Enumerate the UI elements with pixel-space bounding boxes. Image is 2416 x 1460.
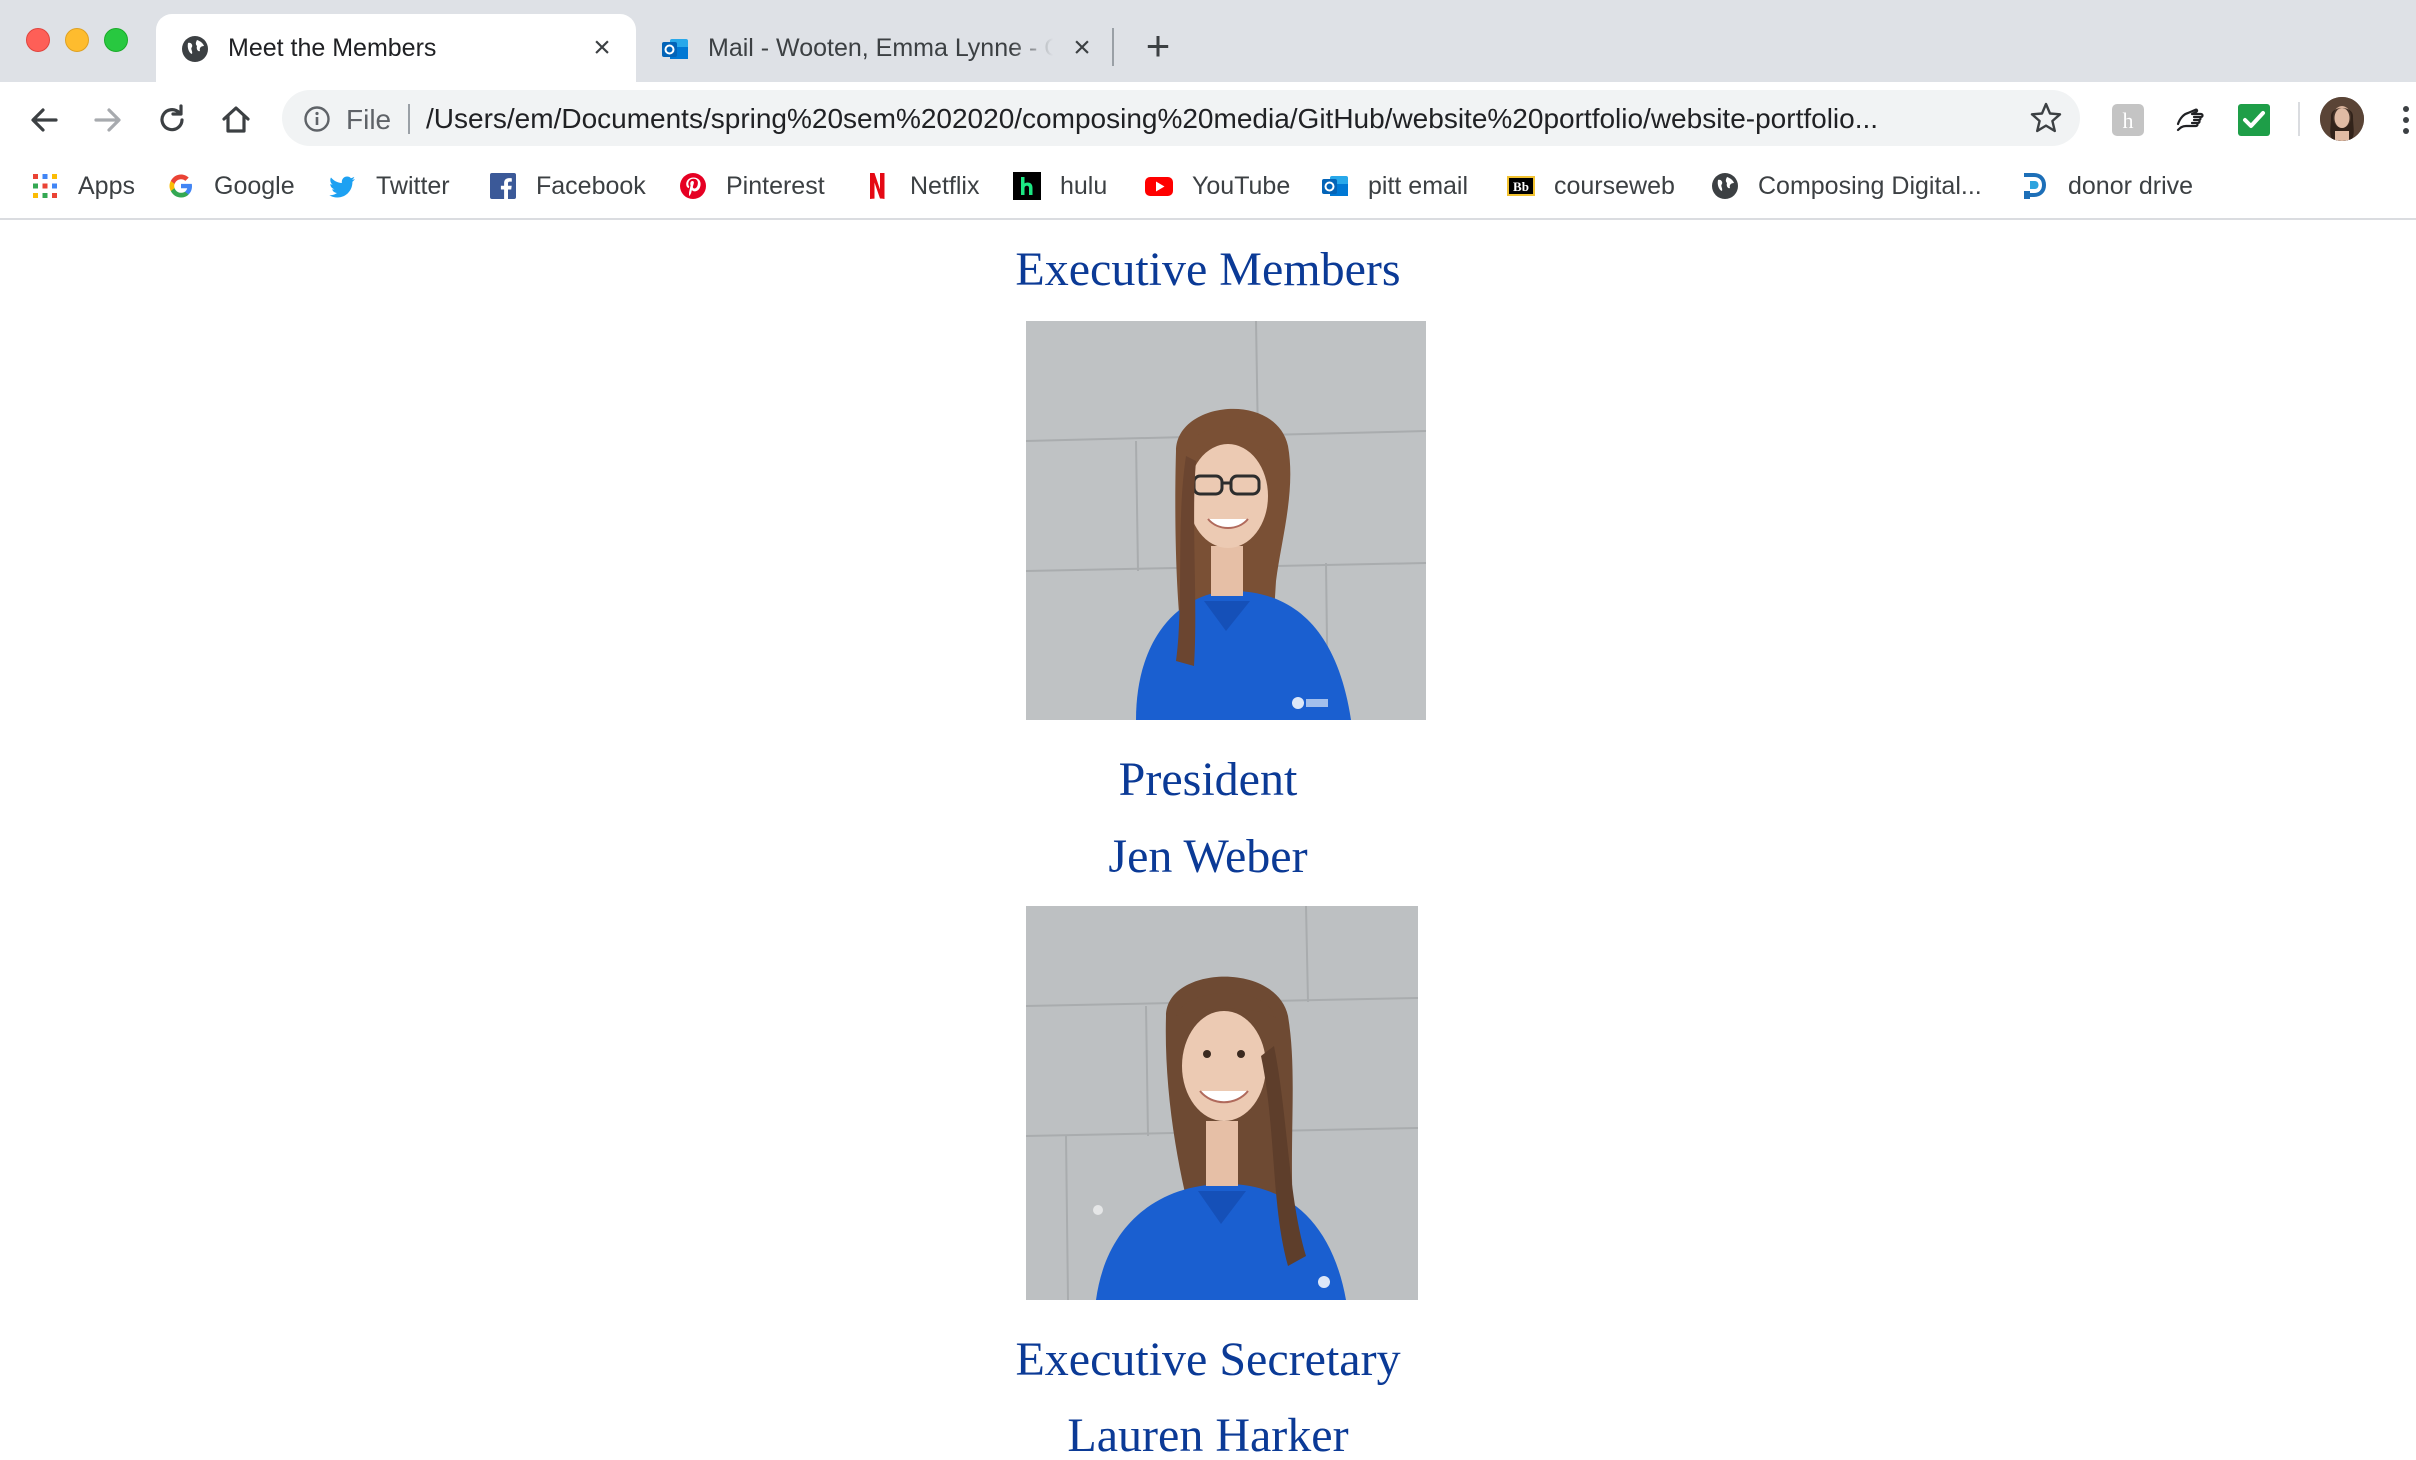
svg-text:Bb: Bb bbox=[1513, 179, 1529, 194]
bookmark-label: Composing Digital... bbox=[1758, 171, 1982, 200]
info-icon[interactable] bbox=[302, 104, 332, 134]
reload-icon[interactable] bbox=[152, 100, 192, 140]
tab-title: Mail - Wooten, Emma Lynne - Outlook bbox=[708, 34, 1053, 62]
member-name: Lauren Harker bbox=[1067, 1409, 1349, 1460]
bookmark-label: Pinterest bbox=[726, 171, 825, 200]
omnibox-divider bbox=[408, 104, 410, 134]
tab-strip: Meet the Members × Mail - Wooten, Emma L… bbox=[0, 0, 2416, 82]
president-photo bbox=[1026, 321, 1426, 720]
executive-secretary-photo bbox=[1026, 906, 1418, 1300]
bookmark-apps[interactable]: Apps bbox=[30, 166, 135, 206]
bookmark-donor-drive[interactable]: donor drive bbox=[2020, 166, 2193, 206]
window-close-button[interactable] bbox=[26, 28, 50, 52]
bookmark-star-icon[interactable] bbox=[2028, 100, 2064, 136]
bookmark-label: Apps bbox=[78, 171, 135, 200]
apps-grid-icon bbox=[33, 174, 57, 198]
member-role: President bbox=[1118, 753, 1298, 806]
bookmark-label: YouTube bbox=[1192, 171, 1291, 200]
forward-arrow-icon[interactable] bbox=[88, 100, 128, 140]
bookmark-composing-digital[interactable]: Composing Digital... bbox=[1710, 166, 1982, 206]
bookmark-netflix[interactable]: Netflix bbox=[862, 166, 979, 206]
window-minimize-button[interactable] bbox=[65, 28, 89, 52]
back-arrow-icon[interactable] bbox=[24, 100, 64, 140]
outlook-icon bbox=[1322, 176, 1348, 196]
globe-icon bbox=[1712, 173, 1738, 199]
address-bar[interactable]: File /Users/em/Documents/spring%20sem%20… bbox=[282, 90, 2080, 146]
extension-hypothesis-icon[interactable]: h bbox=[2110, 102, 2146, 138]
page-viewport: Executive Members President Jen Weber Ex… bbox=[0, 220, 2416, 1460]
bookmark-youtube[interactable]: YouTube bbox=[1144, 166, 1290, 206]
bookmark-label: Twitter bbox=[376, 171, 450, 200]
svg-text:h: h bbox=[2123, 108, 2134, 133]
bookmark-label: Netflix bbox=[910, 171, 980, 200]
globe-icon bbox=[182, 36, 208, 62]
blackboard-icon: Bb bbox=[1507, 176, 1535, 196]
twitter-icon bbox=[329, 176, 355, 198]
bookmark-google[interactable]: Google bbox=[166, 166, 295, 206]
netflix-icon bbox=[870, 173, 885, 199]
bookmark-pitt-email[interactable]: pitt email bbox=[1320, 166, 1468, 206]
bookmark-facebook[interactable]: Facebook bbox=[488, 166, 646, 206]
tab-title: Meet the Members bbox=[228, 34, 437, 62]
youtube-icon bbox=[1145, 177, 1173, 196]
bookmark-twitter[interactable]: Twitter bbox=[328, 166, 450, 206]
profile-avatar[interactable] bbox=[2320, 97, 2364, 141]
bookmark-courseweb[interactable]: Bb courseweb bbox=[1506, 166, 1675, 206]
home-icon[interactable] bbox=[216, 100, 256, 140]
bookmarks-bar: Apps Google Twitter Facebook Pinterest N… bbox=[0, 154, 2416, 220]
tab-divider bbox=[1112, 28, 1114, 66]
outlook-icon bbox=[662, 39, 688, 59]
bookmark-label: Facebook bbox=[536, 171, 646, 200]
toolbar-divider bbox=[2298, 102, 2300, 136]
bookmark-pinterest[interactable]: Pinterest bbox=[678, 166, 825, 206]
tab-mail[interactable]: Mail - Wooten, Emma Lynne - Outlook × bbox=[636, 14, 1108, 82]
browser-toolbar: File /Users/em/Documents/spring%20sem%20… bbox=[0, 82, 2416, 154]
tab-close-icon[interactable]: × bbox=[588, 33, 616, 63]
bookmark-label: hulu bbox=[1060, 171, 1108, 200]
donor-drive-icon bbox=[2024, 173, 2047, 199]
tab-meet-the-members[interactable]: Meet the Members × bbox=[156, 14, 636, 82]
member-name: Jen Weber bbox=[1108, 830, 1308, 883]
url-text[interactable]: /Users/em/Documents/spring%20sem%202020/… bbox=[426, 103, 1996, 135]
extension-check-icon[interactable] bbox=[2236, 102, 2272, 138]
window-zoom-button[interactable] bbox=[104, 28, 128, 52]
pinterest-icon bbox=[680, 173, 706, 199]
member-role: Executive Secretary bbox=[1015, 1333, 1401, 1386]
profile-photo-icon bbox=[2320, 97, 2364, 141]
tab-close-icon[interactable]: × bbox=[1068, 33, 1096, 63]
facebook-icon bbox=[490, 173, 516, 199]
new-tab-button[interactable]: + bbox=[1138, 25, 1178, 68]
bookmark-label: pitt email bbox=[1368, 171, 1469, 200]
bookmark-label: Google bbox=[214, 171, 295, 200]
hulu-icon bbox=[1013, 172, 1041, 200]
more-menu-icon[interactable] bbox=[2396, 100, 2416, 140]
google-icon bbox=[169, 174, 192, 198]
bookmark-label: donor drive bbox=[2068, 171, 2194, 200]
section-title: Executive Members bbox=[1015, 243, 1401, 296]
extension-hand-icon[interactable] bbox=[2172, 102, 2208, 138]
bookmark-label: courseweb bbox=[1554, 171, 1675, 200]
scheme-label: File bbox=[346, 104, 392, 135]
bookmark-hulu[interactable]: hulu bbox=[1012, 166, 1107, 206]
